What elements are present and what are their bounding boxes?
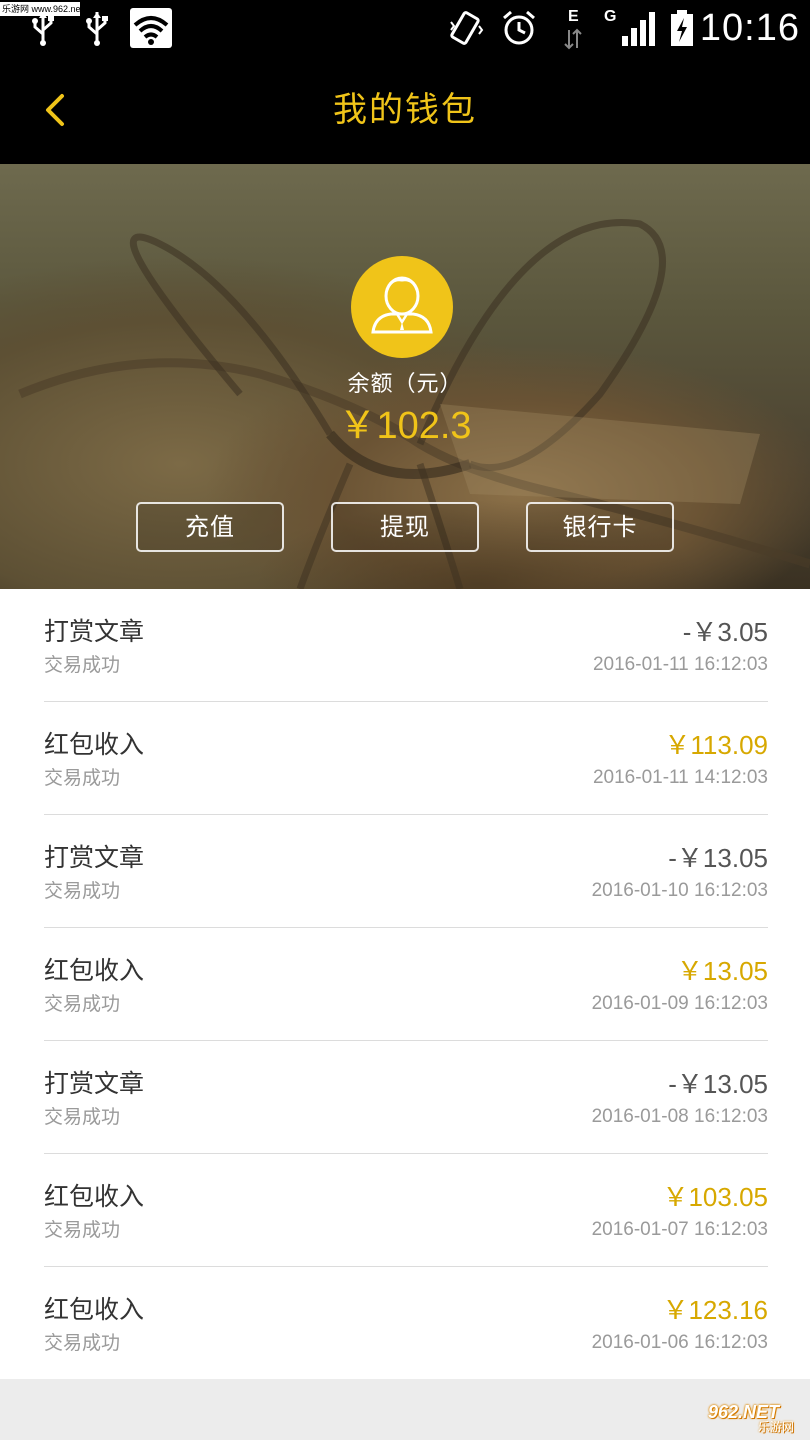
transaction-title: 红包收入 [44, 956, 145, 985]
transaction-amount: ￥103.05 [662, 1182, 768, 1212]
page-title: 我的钱包 [333, 90, 477, 130]
transaction-title: 打赏文章 [44, 617, 145, 646]
wifi-icon [130, 8, 172, 48]
vibrate-icon [450, 11, 484, 45]
usb-icon [32, 12, 54, 46]
site-watermark-logo: 962.NET 乐游网 [704, 1402, 804, 1436]
status-bar: 乐游网 www.962.net E G 10:16 [0, 0, 810, 56]
transaction-status: 交易成功 [44, 880, 121, 902]
battery-charging-icon [671, 10, 693, 46]
transaction-status: 交易成功 [44, 993, 121, 1015]
transaction-row[interactable]: 打赏文章 交易成功 -￥13.05 2016-01-10 16:12:03 [44, 815, 768, 928]
transaction-status: 交易成功 [44, 1106, 121, 1128]
transaction-status: 交易成功 [44, 1332, 121, 1354]
transaction-date: 2016-01-09 16:12:03 [591, 993, 768, 1014]
user-avatar-icon [371, 276, 433, 334]
wallet-hero-banner: 余额（元） ￥102.3 充值 提现 银行卡 [0, 164, 810, 589]
user-avatar[interactable] [351, 256, 453, 358]
usb-icon [86, 12, 108, 46]
balance-amount: ￥102.3 [338, 405, 472, 447]
transaction-row[interactable]: 红包收入 交易成功 ￥103.05 2016-01-07 16:12:03 [44, 1154, 768, 1267]
transaction-title: 打赏文章 [44, 1069, 145, 1098]
bank-card-button[interactable]: 银行卡 [526, 502, 674, 552]
transaction-row[interactable]: 红包收入 交易成功 ￥123.16 2016-01-06 16:12:03 [44, 1267, 768, 1379]
alarm-icon [503, 10, 535, 45]
balance-label: 余额（元） [347, 372, 463, 397]
network-type-e: E [568, 8, 579, 25]
watermark-brand: 962.NET [708, 1402, 780, 1422]
withdraw-button[interactable]: 提现 [331, 502, 479, 552]
transaction-amount: -￥13.05 [668, 1069, 768, 1099]
watermark-sub: 乐游网 [758, 1420, 795, 1434]
transaction-date: 2016-01-11 14:12:03 [592, 767, 768, 788]
clock-time: 10:16 [699, 7, 800, 49]
transaction-amount: -￥3.05 [682, 617, 768, 647]
transaction-status: 交易成功 [44, 654, 121, 676]
transaction-list: 打赏文章 交易成功 -￥3.05 2016-01-11 16:12:03 红包收… [0, 589, 810, 1379]
transaction-row[interactable]: 打赏文章 交易成功 -￥3.05 2016-01-11 16:12:03 [44, 589, 768, 702]
transaction-date: 2016-01-11 16:12:03 [592, 654, 768, 675]
transaction-title: 红包收入 [44, 730, 145, 759]
transaction-title: 红包收入 [44, 1182, 145, 1211]
transaction-date: 2016-01-06 16:12:03 [591, 1332, 768, 1353]
transaction-title: 红包收入 [44, 1295, 145, 1324]
transaction-row[interactable]: 打赏文章 交易成功 -￥13.05 2016-01-08 16:12:03 [44, 1041, 768, 1154]
transaction-date: 2016-01-07 16:12:03 [591, 1219, 768, 1240]
network-type-g: G [604, 8, 617, 25]
transaction-date: 2016-01-08 16:12:03 [591, 1106, 768, 1127]
transaction-amount: -￥13.05 [668, 843, 768, 873]
transaction-row[interactable]: 红包收入 交易成功 ￥13.05 2016-01-09 16:12:03 [44, 928, 768, 1041]
transaction-amount: ￥123.16 [662, 1295, 768, 1325]
transaction-status: 交易成功 [44, 767, 121, 789]
transaction-status: 交易成功 [44, 1219, 121, 1241]
transaction-date: 2016-01-10 16:12:03 [591, 880, 768, 901]
transaction-amount: ￥113.09 [664, 730, 768, 760]
signal-icon [622, 12, 655, 46]
app-header: 我的钱包 [0, 56, 810, 164]
recharge-button[interactable]: 充值 [136, 502, 284, 552]
data-transfer-icon [564, 28, 582, 50]
transaction-title: 打赏文章 [44, 843, 145, 872]
transaction-row[interactable]: 红包收入 交易成功 ￥113.09 2016-01-11 14:12:03 [44, 702, 768, 815]
transaction-amount: ￥13.05 [676, 956, 768, 986]
